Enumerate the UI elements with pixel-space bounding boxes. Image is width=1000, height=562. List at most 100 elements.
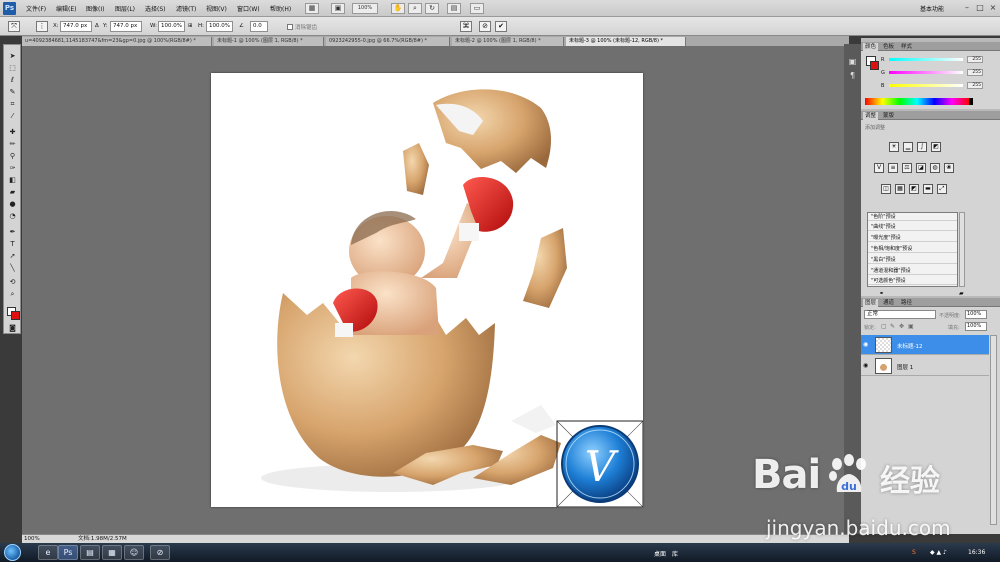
maximize-button[interactable]: □ <box>975 2 985 13</box>
x-position-input[interactable]: 747.0 px <box>60 21 92 32</box>
taskbar-user-icon[interactable]: ☺ <box>124 545 144 560</box>
3d-rotate-tool-icon[interactable]: ⟲ <box>6 277 19 287</box>
tab-document-2[interactable]: 未标题-1 @ 100% (图层 1, RGB/8) * <box>214 37 324 46</box>
channel-mixer-icon[interactable]: ❀ <box>944 163 954 173</box>
tray-icons[interactable]: ◆ ▲ ♪ <box>930 549 947 556</box>
history-brush-tool-icon[interactable]: ✑ <box>6 163 19 173</box>
desktop-toolbar[interactable]: 桌面 <box>654 549 666 558</box>
red-slider[interactable]: R 255 <box>881 56 996 63</box>
clone-stamp-tool-icon[interactable]: ⚲ <box>6 151 19 161</box>
type-tool-icon[interactable]: T <box>6 239 19 249</box>
antialias-checkbox[interactable] <box>287 24 293 30</box>
taskbar-tool-icon[interactable]: ⊘ <box>150 545 170 560</box>
tab-layers[interactable]: 图层 <box>863 299 879 307</box>
preset-curves[interactable]: "曲线"预设 <box>868 223 957 231</box>
hand-tool-icon[interactable]: ✋ <box>391 3 405 14</box>
preset-exposure[interactable]: "曝光度"预设 <box>868 234 957 242</box>
menu-view[interactable]: 视图(V) <box>206 4 227 13</box>
quick-select-tool-icon[interactable]: ✎ <box>6 87 19 97</box>
exposure-icon[interactable]: ◩ <box>931 142 941 152</box>
bridge-icon[interactable]: ▦ <box>305 3 319 14</box>
photo-filter-icon[interactable]: ◍ <box>930 163 940 173</box>
healing-brush-tool-icon[interactable]: ✚ <box>6 127 19 137</box>
warp-icon[interactable]: ⌘ <box>460 21 472 32</box>
layer-row[interactable]: ◉ 图层 1 <box>861 356 989 376</box>
panel-background-swatch[interactable] <box>870 61 879 70</box>
black-white-icon[interactable]: ◪ <box>916 163 926 173</box>
threshold-icon[interactable]: ◩ <box>909 184 919 194</box>
minimize-button[interactable]: – <box>962 2 972 13</box>
crop-tool-icon[interactable]: ⌗ <box>6 99 19 109</box>
menu-image[interactable]: 图像(I) <box>86 4 104 13</box>
tab-color[interactable]: 颜色 <box>863 43 879 51</box>
dodge-tool-icon[interactable]: ◔ <box>6 211 19 221</box>
color-balance-icon[interactable]: ⚖ <box>902 163 912 173</box>
eraser-tool-icon[interactable]: ◧ <box>6 175 19 185</box>
close-button[interactable]: × <box>988 2 998 13</box>
curves-icon[interactable]: ∫ <box>917 142 927 152</box>
taskbar-clock[interactable]: 16:36 <box>968 549 985 556</box>
reference-point-icon[interactable]: ⋮ <box>36 21 48 32</box>
quick-mask-icon[interactable]: ◙ <box>6 323 19 333</box>
menu-window[interactable]: 窗口(W) <box>237 4 260 13</box>
color-spectrum-bar[interactable] <box>865 98 969 105</box>
ime-icon[interactable]: S <box>912 549 916 556</box>
path-select-tool-icon[interactable]: ➚ <box>6 251 19 261</box>
preset-channel-mixer[interactable]: "通道混和器"预设 <box>868 267 957 275</box>
tab-styles[interactable]: 样式 <box>899 43 914 51</box>
tab-masks[interactable]: 蒙版 <box>881 112 896 120</box>
posterize-icon[interactable]: ▦ <box>895 184 905 194</box>
lock-pixels-icon[interactable]: ✎ <box>890 323 895 330</box>
menu-file[interactable]: 文件(F) <box>26 4 46 13</box>
blend-mode-select[interactable]: 正常 <box>864 310 936 319</box>
layer-name[interactable]: 图层 1 <box>897 363 913 371</box>
tab-document-4[interactable]: 未标题-2 @ 100% (图层 1, RGB/8) * <box>452 37 564 46</box>
workspace-switcher[interactable]: 基本功能 <box>920 4 944 13</box>
rotate-angle-input[interactable]: 0.0 <box>250 21 268 32</box>
preset-scrollbar[interactable] <box>959 212 965 287</box>
tab-document-1[interactable]: u=4092384681,1145183747&fm=23&gp=0.jpg @… <box>22 37 212 46</box>
y-position-input[interactable]: 747.0 px <box>110 21 142 32</box>
eye-icon[interactable]: ◉ <box>863 341 868 348</box>
eyedropper-tool-icon[interactable]: ⁄ <box>6 111 19 121</box>
lasso-tool-icon[interactable]: ℓ <box>6 75 19 85</box>
green-slider[interactable]: G 255 <box>881 69 996 76</box>
blur-tool-icon[interactable]: ● <box>6 199 19 209</box>
adjust-footer-clip-icon[interactable]: ▰ <box>959 290 964 297</box>
marquee-tool-icon[interactable]: ⬚ <box>6 63 19 73</box>
preset-levels[interactable]: "色阶"预设 <box>868 213 957 221</box>
gradient-map-icon[interactable]: ▬ <box>923 184 933 194</box>
background-color-swatch[interactable] <box>11 311 20 320</box>
preset-black-white[interactable]: "黑白"预设 <box>868 256 957 264</box>
cancel-transform-icon[interactable]: ⊘ <box>479 21 491 32</box>
width-input[interactable]: 100.0% <box>158 21 185 32</box>
commit-transform-icon[interactable]: ✔ <box>495 21 507 32</box>
lock-transparent-icon[interactable]: ▢ <box>881 323 887 330</box>
view-extras-icon[interactable]: ▣ <box>331 3 345 14</box>
adjust-footer-icon[interactable]: ⚭ <box>879 290 884 297</box>
hue-sat-icon[interactable]: ≡ <box>888 163 898 173</box>
v-logo-badge[interactable]: V <box>556 420 643 507</box>
eye-icon[interactable]: ◉ <box>863 362 868 369</box>
tab-document-5-active[interactable]: 未标题-3 @ 100% (未标题-12, RGB/8) * <box>566 37 686 46</box>
screen-mode-icon[interactable]: ▭ <box>470 3 484 14</box>
lock-position-icon[interactable]: ✥ <box>899 323 904 330</box>
vibrance-icon[interactable]: V <box>874 163 884 173</box>
menu-select[interactable]: 选择(S) <box>145 4 166 13</box>
move-tool-icon[interactable]: ➤ <box>6 51 19 61</box>
opacity-input[interactable]: 100% <box>965 310 987 319</box>
menu-layer[interactable]: 图层(L) <box>115 4 135 13</box>
history-panel-icon[interactable]: ▣ <box>847 56 858 67</box>
gradient-tool-icon[interactable]: ▰ <box>6 187 19 197</box>
layer-row-selected[interactable]: ◉ 未标题-12 <box>861 335 989 355</box>
document-workspace[interactable]: V <box>22 46 849 534</box>
height-input[interactable]: 100.0% <box>206 21 233 32</box>
paragraph-panel-icon[interactable]: ¶ <box>847 70 858 81</box>
brightness-icon[interactable]: ☀ <box>889 142 899 152</box>
shape-tool-icon[interactable]: ╲ <box>6 263 19 273</box>
menu-help[interactable]: 帮助(H) <box>270 4 291 13</box>
tool-preset-icon[interactable]: ⤧ <box>8 21 20 32</box>
zoom-level-select[interactable]: 100% <box>352 3 378 14</box>
menu-edit[interactable]: 编辑(E) <box>56 4 76 13</box>
photoshop-taskbar-icon[interactable]: Ps <box>58 545 78 560</box>
